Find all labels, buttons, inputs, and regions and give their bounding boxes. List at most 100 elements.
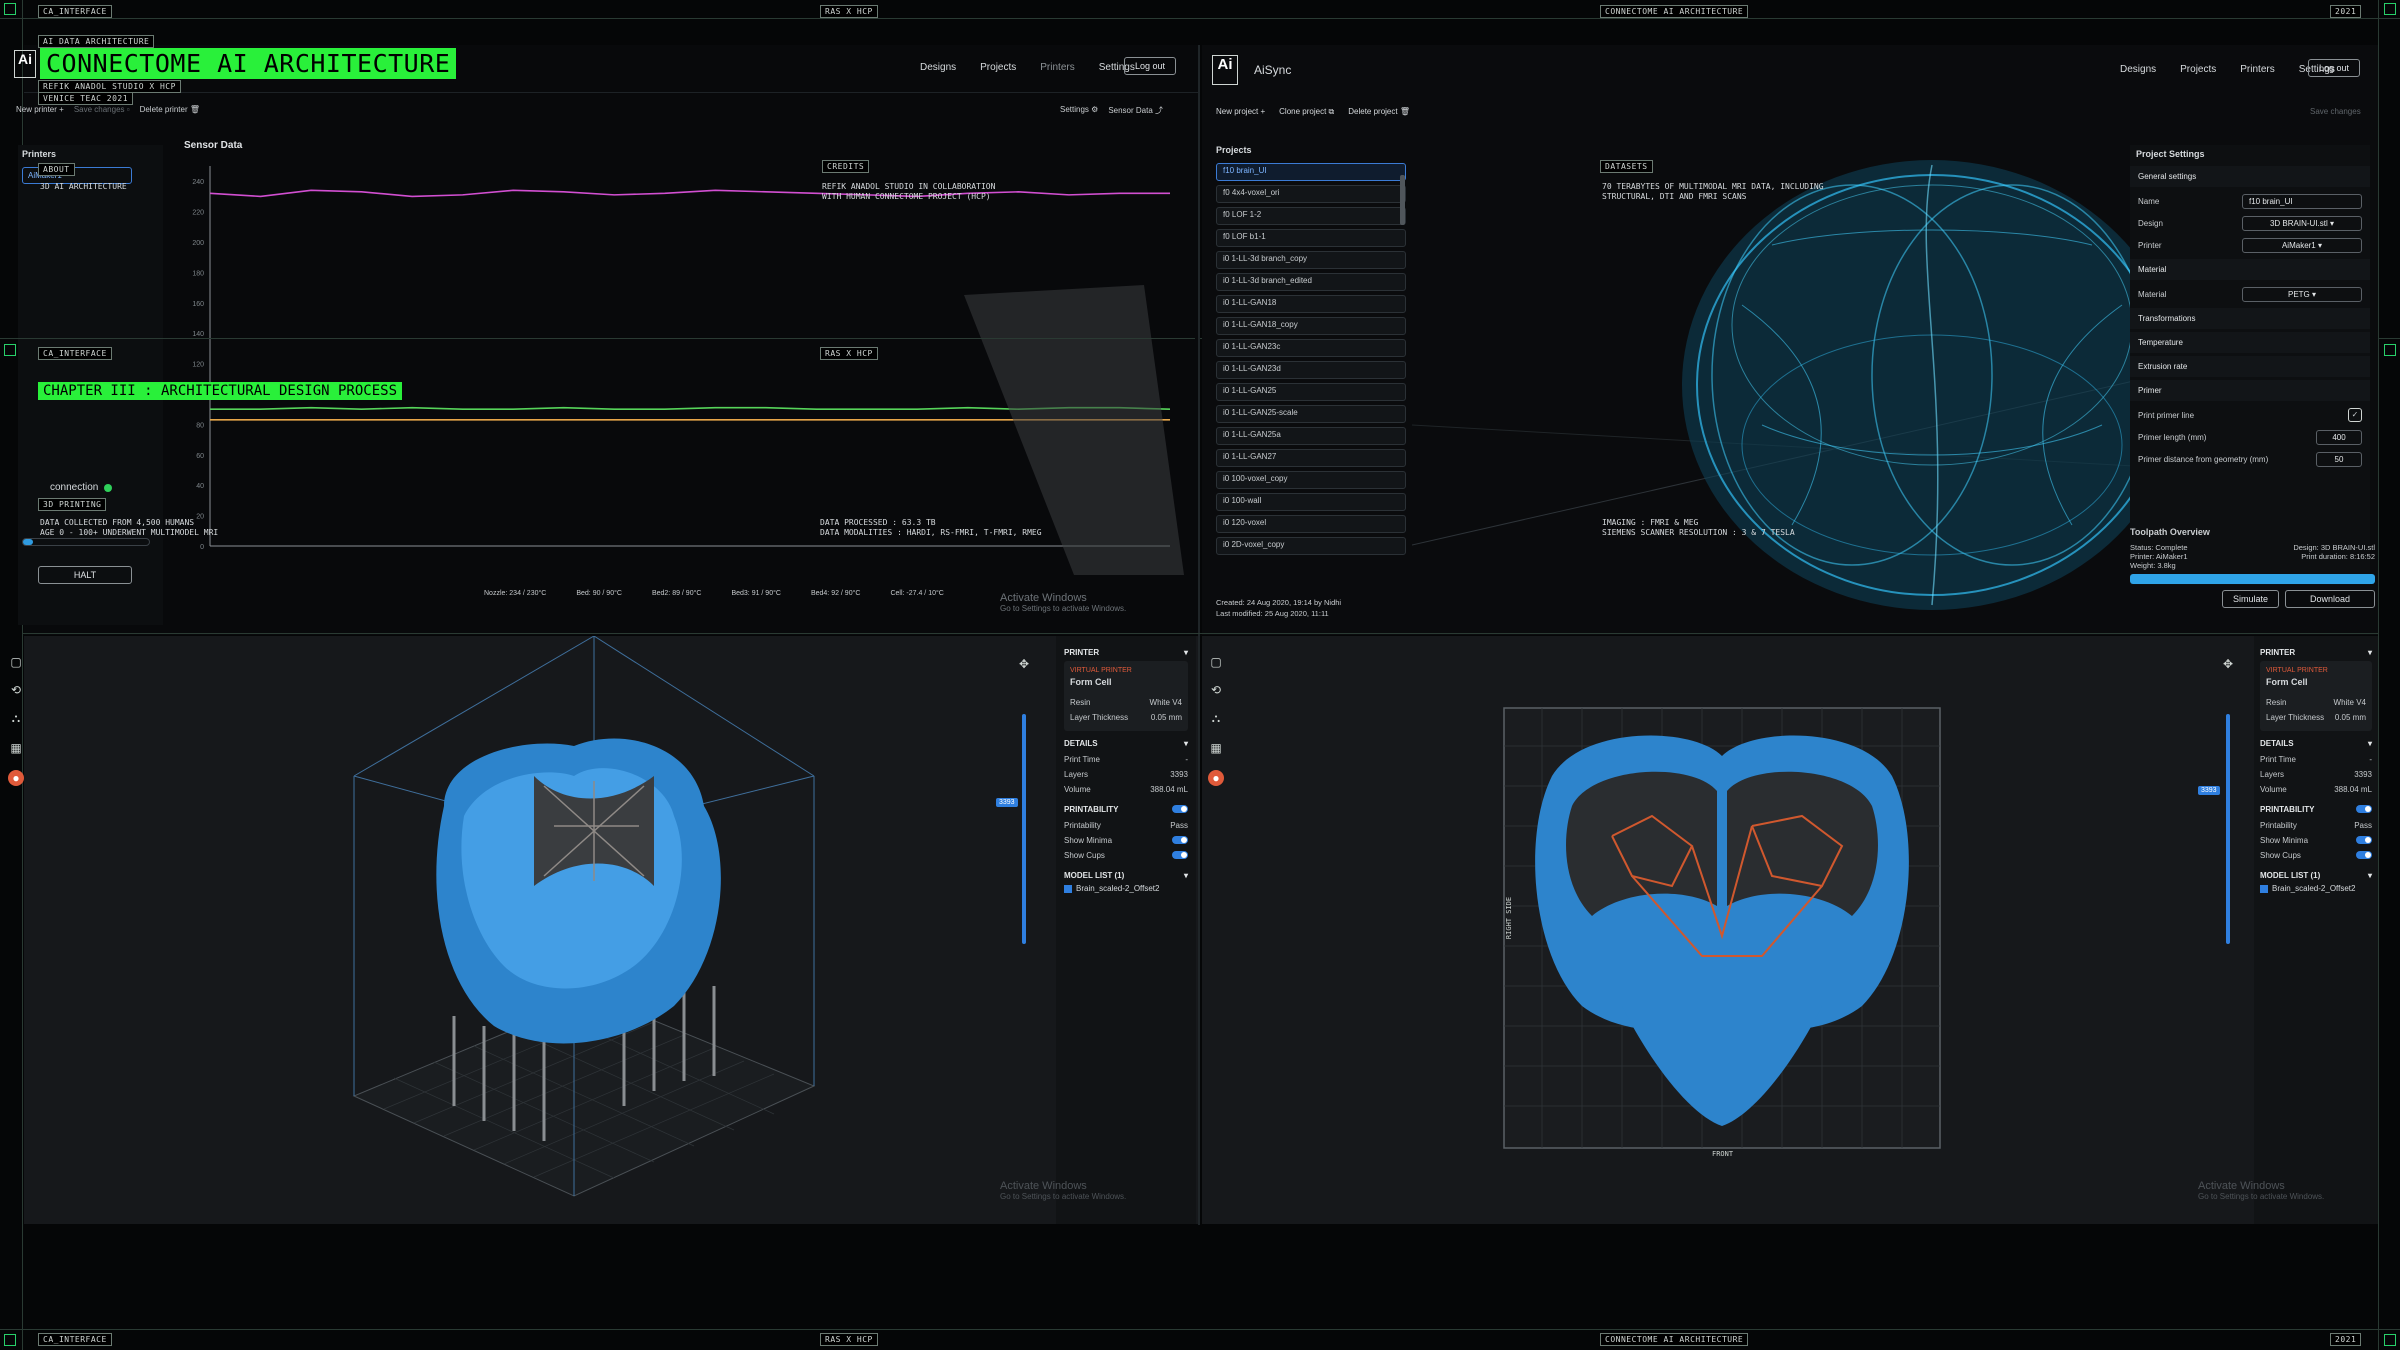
name-label: Name [2138, 196, 2160, 206]
toolpath-actions: Simulate Download [2130, 590, 2375, 608]
new-printer-button[interactable]: New printer + [16, 105, 64, 114]
orient-tool-icon[interactable]: ⛬ [1208, 710, 1224, 726]
slicer-right-window: ▢ ⟲ ⛬ ▦ ● FRONT RIGHT SIDE 3393 ✥ PRINTE… [1202, 636, 2378, 1224]
project-list-item[interactable]: i0 100-wall [1216, 493, 1406, 511]
delete-printer-button[interactable]: Delete printer 🗑 [140, 105, 200, 114]
project-list-item[interactable]: f10 brain_UI [1216, 163, 1406, 181]
select-tool-icon[interactable]: ▢ [1208, 654, 1224, 670]
logout-button[interactable]: Log out [1124, 57, 1177, 75]
resin-label: Resin [1070, 698, 1091, 707]
left-app-window: Designs Projects Printers Settings Log o… [16, 45, 1198, 635]
model-checkbox[interactable] [2260, 884, 2268, 893]
nav-designs[interactable]: Designs [2120, 64, 2156, 75]
material-section[interactable]: Material [2130, 259, 2370, 280]
printer-card[interactable]: VIRTUAL PRINTER Form Cell Resin White V4 … [2260, 661, 2372, 731]
printer-section-header[interactable]: PRINTER ▾ [1064, 640, 1188, 661]
layer-slider[interactable] [2226, 714, 2230, 944]
view-cube-icon[interactable]: ✥ [1016, 656, 1032, 672]
show-minima-toggle[interactable] [2356, 836, 2372, 844]
delete-project-button[interactable]: Delete project 🗑 [1348, 107, 1410, 117]
details-section-header[interactable]: DETAILS ▾ [2260, 731, 2372, 752]
clone-project-button[interactable]: Clone project ⧉ [1279, 107, 1334, 117]
project-list-item[interactable]: i0 1-LL-GAN23c [1216, 339, 1406, 357]
nav-designs[interactable]: Designs [920, 62, 956, 73]
primer-length-input[interactable]: 400 [2316, 429, 2362, 445]
projects-header: Projects [1216, 145, 1252, 155]
supports-tool-icon[interactable]: ● [1208, 770, 1224, 786]
printer-section-header[interactable]: PRINTER ▾ [2260, 640, 2372, 661]
model-list-header[interactable]: MODEL LIST (1) ▾ [2260, 863, 2372, 884]
printability-section-header[interactable]: PRINTABILITY [2260, 797, 2372, 818]
project-list-item[interactable]: f0 LOF 1-2 [1216, 207, 1406, 225]
rotate-tool-icon[interactable]: ⟲ [1208, 682, 1224, 698]
rotate-tool-icon[interactable]: ⟲ [8, 682, 24, 698]
project-list-item[interactable]: f0 LOF b1-1 [1216, 229, 1406, 247]
nav-printers[interactable]: Printers [1040, 62, 1074, 73]
new-project-button[interactable]: New project + [1216, 107, 1265, 117]
nav-projects[interactable]: Projects [980, 62, 1016, 73]
show-minima-toggle[interactable] [1172, 836, 1188, 844]
save-changes-button[interactable]: Save changes ▫ [74, 105, 130, 114]
model-list-item[interactable]: Brain_scaled-2_Offset2 [2260, 884, 2372, 893]
project-list-item[interactable]: i0 2D-voxel_copy [1216, 537, 1406, 555]
activate-title: Activate Windows [2198, 1180, 2285, 1192]
top-view-build-plate[interactable] [1502, 706, 1942, 1166]
project-list-item[interactable]: i0 1-LL-GAN27 [1216, 449, 1406, 467]
primer-distance-label: Primer distance from geometry (mm) [2138, 454, 2269, 464]
project-list-item[interactable]: i0 1-LL-GAN25 [1216, 383, 1406, 401]
project-list-item[interactable]: i0 1-LL-3d branch_edited [1216, 273, 1406, 291]
show-cups-toggle[interactable] [2356, 851, 2372, 859]
settings-button[interactable]: Settings ⚙ [1060, 105, 1098, 116]
layout-tool-icon[interactable]: ▦ [8, 740, 24, 756]
halt-button[interactable]: HALT [38, 566, 132, 584]
download-button[interactable]: Download [2285, 590, 2375, 608]
view-cube-icon[interactable]: ✥ [2220, 656, 2236, 672]
transformations-section[interactable]: Transformations [2130, 308, 2370, 329]
primer-section[interactable]: Primer [2130, 380, 2370, 401]
project-list-item[interactable]: i0 1-LL-GAN25-scale [1216, 405, 1406, 423]
simulate-button[interactable]: Simulate [2221, 590, 2279, 608]
show-cups-toggle[interactable] [1172, 851, 1188, 859]
save-changes-button[interactable]: Save changes [2310, 107, 2361, 116]
printability-value: Pass [2354, 821, 2372, 830]
layer-slider[interactable] [1022, 714, 1026, 944]
extrusion-rate-section[interactable]: Extrusion rate [2130, 356, 2370, 377]
supports-tool-icon[interactable]: ● [8, 770, 24, 786]
projects-scrollbar[interactable] [1400, 175, 1405, 225]
printability-section-header[interactable]: PRINTABILITY [1064, 797, 1188, 818]
orient-tool-icon[interactable]: ⛬ [8, 710, 24, 726]
project-list-item[interactable]: i0 1-LL-GAN23d [1216, 361, 1406, 379]
name-input[interactable]: f10 brain_UI [2242, 193, 2362, 209]
nav-projects[interactable]: Projects [2180, 64, 2216, 75]
model-list-header[interactable]: MODEL LIST (1) ▾ [1064, 863, 1188, 884]
printability-toggle[interactable] [2356, 805, 2372, 813]
project-list-item[interactable]: i0 1-LL-GAN18_copy [1216, 317, 1406, 335]
projects-panel: Projects f10 brain_UI f0 4x4-voxel_ori f0 … [1216, 145, 1406, 595]
details-section-header[interactable]: DETAILS ▾ [1064, 731, 1188, 752]
logout-button[interactable]: Log out [2308, 59, 2361, 77]
project-list-item[interactable]: i0 120-voxel [1216, 515, 1406, 533]
model-list-item[interactable]: Brain_scaled-2_Offset2 [1064, 884, 1188, 893]
nav-printers[interactable]: Printers [2240, 64, 2274, 75]
design-select[interactable]: 3D BRAIN-UI.stl ▾ [2242, 215, 2362, 231]
printer-name: Form Cell [1070, 677, 1112, 687]
general-settings-section[interactable]: General settings [2130, 166, 2370, 187]
layout-tool-icon[interactable]: ▦ [1208, 740, 1224, 756]
model-checkbox[interactable] [1064, 884, 1072, 893]
temperature-section[interactable]: Temperature [2130, 332, 2370, 353]
project-list-item[interactable]: i0 1-LL-GAN18 [1216, 295, 1406, 313]
project-list-item[interactable]: i0 100-voxel_copy [1216, 471, 1406, 489]
sensor-data-button[interactable]: Sensor Data ⤴ [1108, 105, 1163, 116]
print-build-volume[interactable] [294, 636, 854, 1224]
print-primer-checkbox[interactable]: ✓ [2348, 408, 2362, 422]
primer-distance-input[interactable]: 50 [2316, 451, 2362, 467]
printer-select[interactable]: AiMaker1 ▾ [2242, 237, 2362, 253]
legend-bed2: Bed2: 89 / 90°C [651, 590, 702, 597]
material-select[interactable]: PETG ▾ [2242, 286, 2362, 302]
printer-card[interactable]: VIRTUAL PRINTER Form Cell Resin White V4 … [1064, 661, 1188, 731]
select-tool-icon[interactable]: ▢ [8, 654, 24, 670]
project-list-item[interactable]: i0 1-LL-GAN25a [1216, 427, 1406, 445]
project-list-item[interactable]: i0 1-LL-3d branch_copy [1216, 251, 1406, 269]
printability-toggle[interactable] [1172, 805, 1188, 813]
project-list-item[interactable]: f0 4x4-voxel_ori [1216, 185, 1406, 203]
